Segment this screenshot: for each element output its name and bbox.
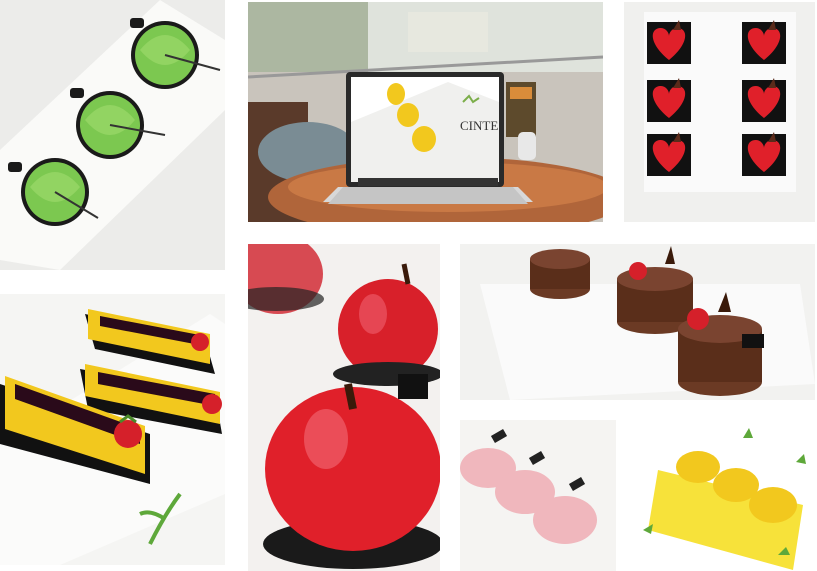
lemon-cake <box>749 487 797 523</box>
photo-yellow-bars <box>0 294 225 565</box>
photo-red-apple <box>248 244 440 571</box>
sugar-shaker <box>518 132 536 160</box>
yellow-lemons-image <box>638 420 815 571</box>
red-hearts-image <box>624 2 815 222</box>
photo-red-hearts <box>624 2 815 222</box>
lemon-cake <box>676 451 720 483</box>
photo-pink-domes <box>460 420 616 571</box>
screen-logo-text: CINTE <box>460 118 498 133</box>
red-apple-image <box>248 244 440 571</box>
chocolate-cakes-image <box>460 244 815 400</box>
laptop: CINTE <box>323 72 533 204</box>
yellow-bars-image <box>0 294 225 565</box>
photo-chocolate-cakes <box>460 244 815 400</box>
green-mousse-image <box>0 0 225 270</box>
pink-domes-image <box>460 420 616 571</box>
chocolate-cake <box>530 249 590 299</box>
photo-green-mousse <box>0 0 225 270</box>
photo-yellow-lemons <box>638 420 815 571</box>
photo-laptop-cafe: CINTE <box>248 2 603 222</box>
laptop-cafe-image: CINTE <box>248 2 603 222</box>
